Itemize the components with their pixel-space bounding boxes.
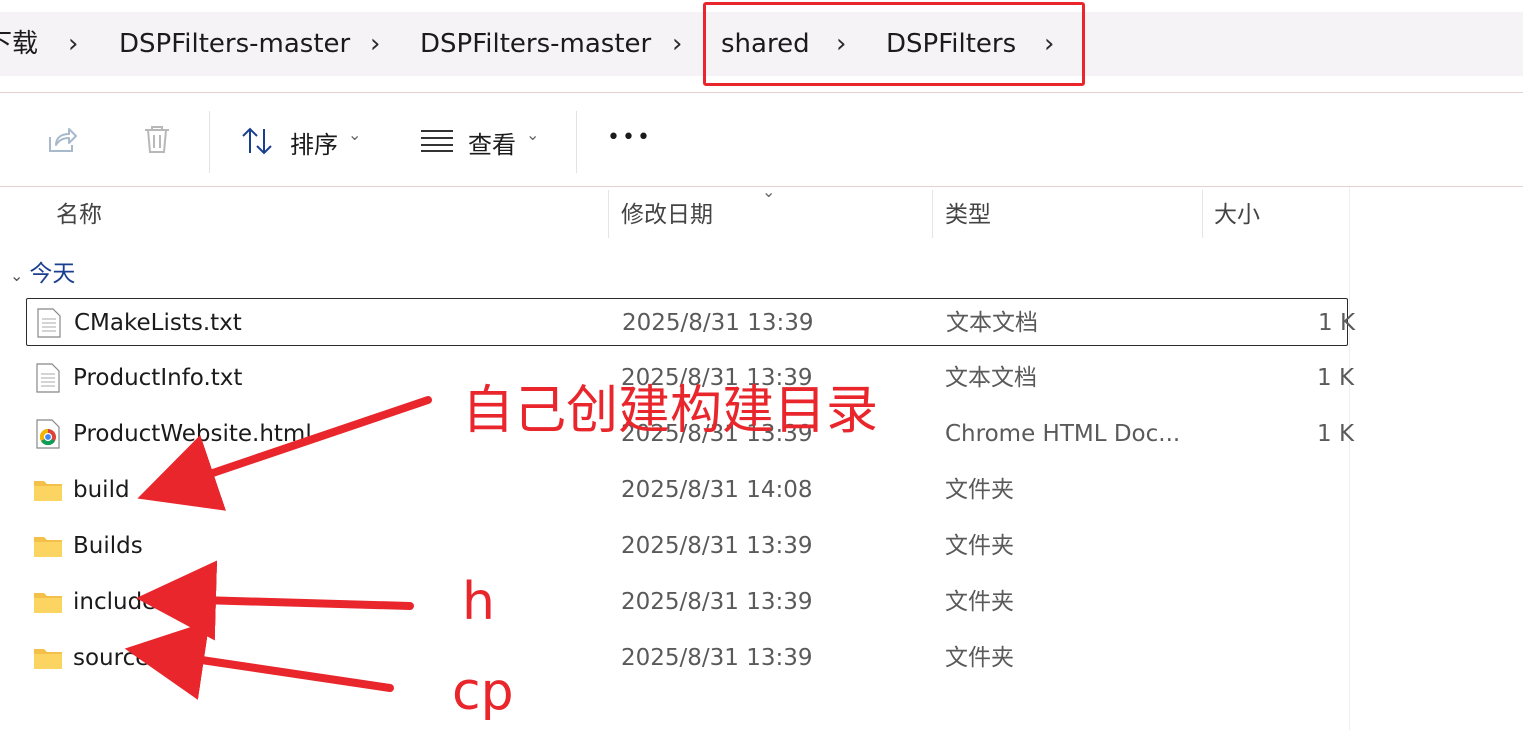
annotation-h: h xyxy=(462,572,495,632)
arrow-to-source xyxy=(124,620,394,700)
arrow-to-include xyxy=(136,560,414,641)
annotation-cp: cp xyxy=(452,662,514,722)
annotation-arrows xyxy=(124,396,432,700)
arrow-to-build xyxy=(137,396,432,511)
annotation-create-build-dir: 自己创建构建目录 xyxy=(462,381,879,441)
